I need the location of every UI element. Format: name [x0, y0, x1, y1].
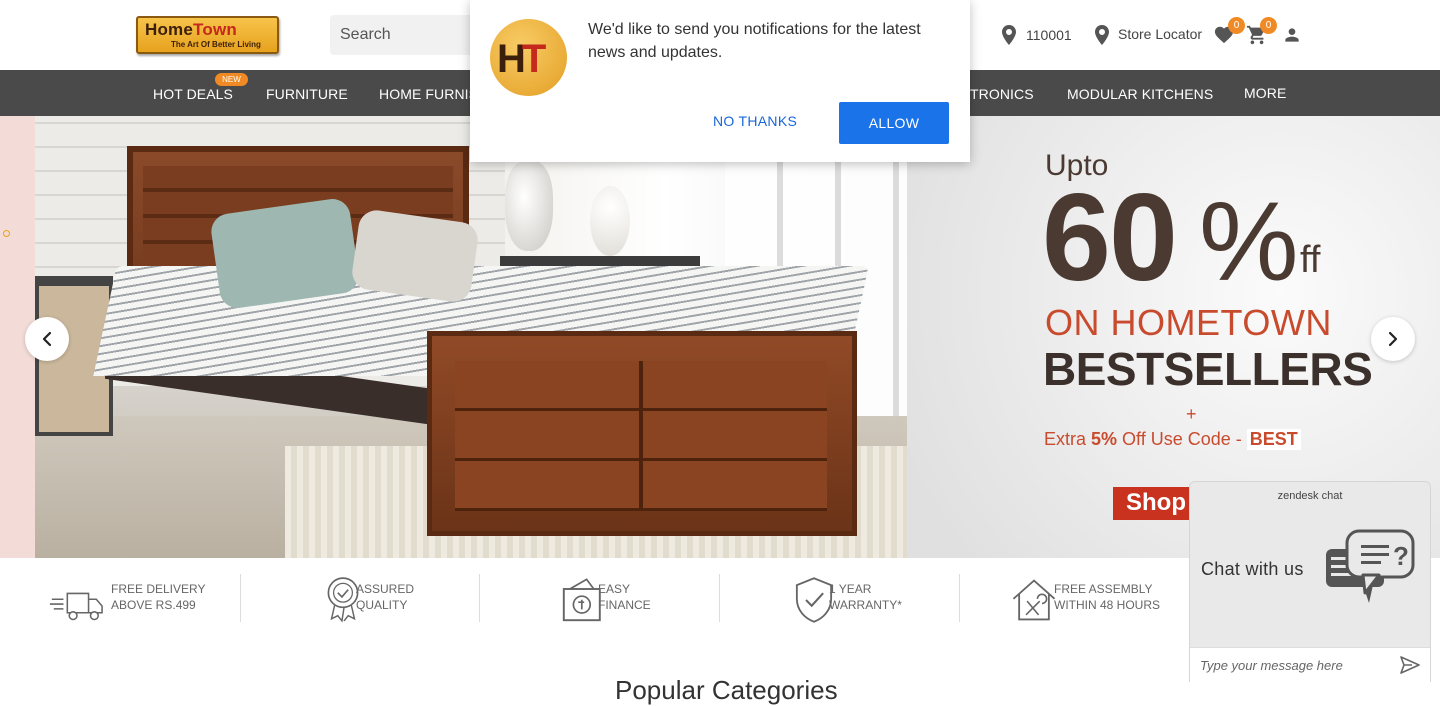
notification-permission-popup: HT We'd like to send you notifications f…	[470, 0, 970, 162]
decorative-dot	[3, 230, 10, 237]
truck-icon	[49, 592, 103, 621]
carousel-prev-button[interactable]	[25, 317, 69, 361]
no-thanks-button[interactable]: NO THANKS	[713, 113, 797, 129]
feature-line1: FREE ASSEMBLY	[1054, 582, 1153, 596]
feature-line1: 1 YEAR	[829, 582, 872, 596]
flower-vase	[590, 186, 630, 256]
promo-off: ff	[1300, 239, 1321, 281]
logo-wordmark: HomeTown	[145, 20, 237, 39]
send-icon[interactable]	[1400, 656, 1420, 674]
nav-hot-deals[interactable]: HOT DEALS	[153, 86, 233, 102]
promo-percent: 60	[1042, 169, 1178, 307]
nav-furniture[interactable]: FURNITURE	[266, 86, 348, 102]
feature-line2: ABOVE RS.499	[111, 598, 196, 612]
chat-with-us-label[interactable]: Chat with us	[1201, 559, 1304, 580]
extra-percent: 5%	[1091, 429, 1118, 449]
promo-line1: ON HOMETOWN	[1045, 302, 1332, 343]
extra-mid: Off Use Code -	[1117, 429, 1247, 449]
zendesk-chat-brand: zendesk chat	[1277, 490, 1343, 502]
logo-tagline: The Art Of Better Living	[171, 40, 261, 49]
coupon-code: BEST	[1246, 429, 1301, 450]
pillow	[209, 196, 361, 311]
extra-prefix: Extra	[1044, 429, 1092, 449]
feature-line2: WITHIN 48 HOURS	[1054, 598, 1161, 612]
new-badge: NEW	[215, 73, 248, 86]
feature-line2: QUALITY	[356, 598, 408, 612]
feature-divider	[959, 574, 960, 622]
feature-divider	[240, 574, 241, 622]
bed-product-photo[interactable]	[35, 116, 907, 558]
svg-text:?: ?	[1393, 541, 1409, 571]
nav-modular-kitchens[interactable]: MODULAR KITCHENS	[1067, 86, 1213, 102]
feature-free-delivery: FREE DELIVERY ABOVE RS.499	[48, 574, 238, 622]
feature-divider	[479, 574, 480, 622]
promo-extra-offer: Extra 5% Off Use Code - BEST	[1044, 429, 1301, 450]
table-lamp	[505, 161, 553, 251]
feature-free-assembly: FREE ASSEMBLY WITHIN 48 HOURS	[1006, 574, 1181, 622]
pincode-label[interactable]: 110001	[1026, 27, 1072, 43]
feature-line1: ASSURED	[356, 582, 415, 596]
pillow	[350, 208, 480, 304]
promo-line2: BESTSELLERS	[1043, 343, 1373, 395]
chevron-left-icon	[42, 331, 52, 347]
location-pin-icon[interactable]	[1000, 24, 1018, 46]
promo-percent-sign: %	[1199, 179, 1299, 304]
feature-line2: WARRANTY*	[829, 598, 902, 612]
store-locator-link[interactable]: Store Locator	[1118, 26, 1202, 42]
feature-divider	[719, 574, 720, 622]
footboard-panels	[455, 361, 827, 511]
feature-line1: EASY	[598, 582, 631, 596]
promo-plus: +	[1186, 404, 1197, 424]
chat-widget[interactable]: zendesk chat Chat with us ?	[1189, 481, 1431, 683]
user-account-icon[interactable]	[1282, 25, 1302, 45]
feature-line1: FREE DELIVERY	[111, 582, 206, 596]
hometown-badge-logo: HT	[490, 19, 567, 96]
nav-more[interactable]: MORE	[1244, 85, 1286, 101]
logo-letters: HT	[497, 37, 546, 81]
feature-line2: FINANCE	[598, 598, 651, 612]
chevron-right-icon	[1388, 331, 1398, 347]
store-locator-icon[interactable]	[1093, 24, 1111, 46]
nav-home-furnishing[interactable]: HOME FURNIS	[379, 86, 478, 102]
feature-warranty: 1 YEAR WARRANTY*	[786, 574, 946, 623]
wishlist-count-badge: 0	[1228, 17, 1245, 34]
section-title: Popular Categories	[615, 675, 838, 705]
cart-count-badge: 0	[1260, 17, 1277, 34]
chat-message-input[interactable]	[1190, 647, 1430, 683]
hometown-logo[interactable]: HomeTown The Art Of Better Living	[136, 16, 279, 54]
chat-bubbles-icon[interactable]: ?	[1323, 527, 1418, 607]
nav-electronics[interactable]: TRONICS	[970, 86, 1034, 102]
feature-assured-quality: ASSURED QUALITY	[315, 574, 465, 623]
notification-message: We'd like to send you notifications for …	[588, 21, 921, 61]
allow-button[interactable]: ALLOW	[839, 102, 949, 144]
feature-easy-finance: EASY FINANCE	[555, 574, 705, 622]
carousel-next-button[interactable]	[1371, 317, 1415, 361]
